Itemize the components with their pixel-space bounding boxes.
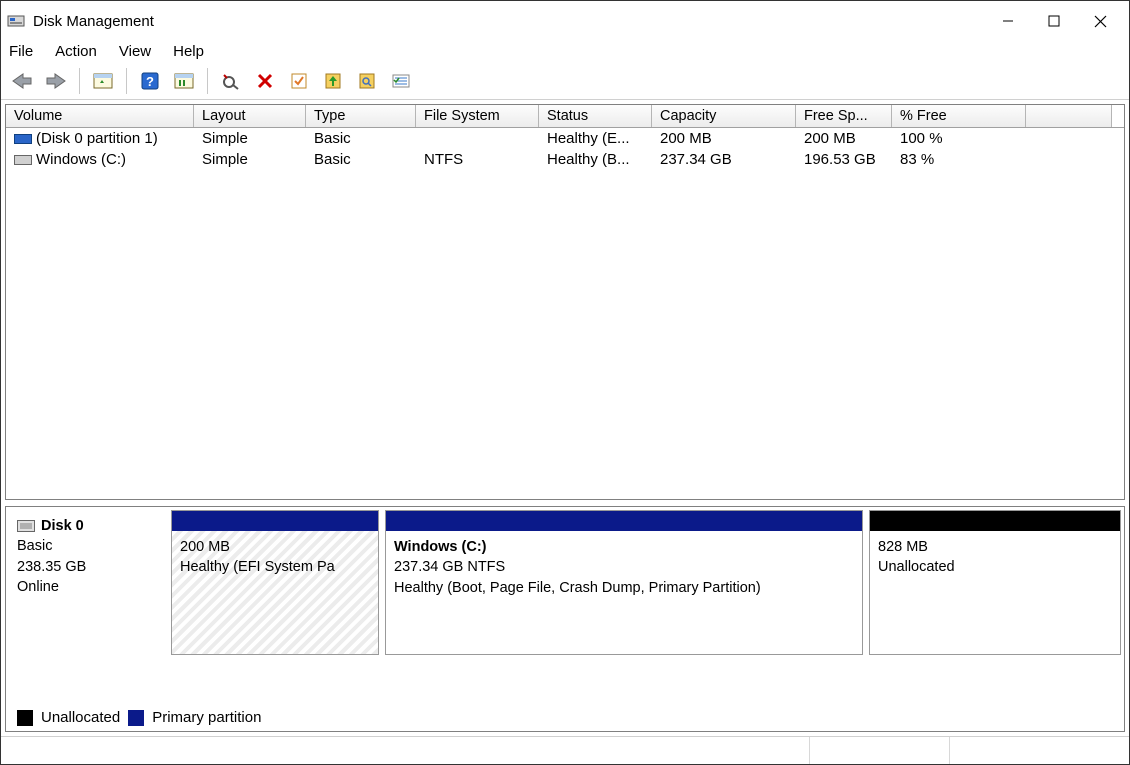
menu-view[interactable]: View (119, 43, 151, 60)
legend-swatch (128, 710, 144, 726)
cell: Simple (194, 129, 306, 148)
delete-button[interactable] (250, 67, 280, 95)
cell (1026, 129, 1112, 148)
legend-label: Primary partition (152, 709, 261, 726)
close-button[interactable] (1077, 4, 1123, 38)
menu-file[interactable]: File (9, 43, 33, 60)
toolbar-separator (79, 68, 80, 94)
column-header[interactable] (1026, 105, 1112, 127)
legend-label: Unallocated (41, 709, 120, 726)
content: VolumeLayoutTypeFile SystemStatusCapacit… (5, 104, 1125, 732)
cell (416, 129, 539, 148)
volume-row[interactable]: Windows (C:)SimpleBasicNTFSHealthy (B...… (6, 149, 1124, 170)
disk-management-icon (7, 12, 25, 30)
legend: Unallocated Primary partition (9, 703, 1121, 728)
cell: 200 MB (796, 129, 892, 148)
cell: 100 % (892, 129, 1026, 148)
cell: (Disk 0 partition 1) (6, 129, 194, 148)
toolbar-separator (126, 68, 127, 94)
disk-state: Online (17, 577, 157, 597)
column-header[interactable]: Volume (6, 105, 194, 127)
column-headers: VolumeLayoutTypeFile SystemStatusCapacit… (6, 105, 1124, 128)
cell: 83 % (892, 150, 1026, 169)
disk-management-window: Disk Management File Action View Help ? (0, 0, 1130, 765)
disk-icon (17, 520, 35, 532)
menu-help[interactable]: Help (173, 43, 204, 60)
cell: 196.53 GB (796, 150, 892, 169)
column-header[interactable]: File System (416, 105, 539, 127)
cell: Windows (C:) (6, 150, 194, 169)
partition[interactable]: 200 MBHealthy (EFI System Pa (171, 510, 379, 655)
window-title: Disk Management (33, 13, 985, 30)
cell (1026, 150, 1112, 169)
statusbar (1, 736, 1129, 764)
cell: Healthy (B... (539, 150, 652, 169)
column-header[interactable]: Capacity (652, 105, 796, 127)
partition-header (386, 511, 862, 531)
cell: Basic (306, 150, 416, 169)
column-header[interactable]: Free Sp... (796, 105, 892, 127)
cell: Healthy (E... (539, 129, 652, 148)
settings-button[interactable] (169, 67, 199, 95)
cell: 237.34 GB (652, 150, 796, 169)
forward-button[interactable] (41, 67, 71, 95)
partition-body: Windows (C:)237.34 GB NTFSHealthy (Boot,… (386, 531, 862, 654)
show-hide-tree-button[interactable] (88, 67, 118, 95)
partition-header (172, 511, 378, 531)
cell: NTFS (416, 150, 539, 169)
toolbar: ? (1, 62, 1129, 100)
volume-rows: (Disk 0 partition 1)SimpleBasic Healthy (… (6, 128, 1124, 170)
disk-name: Disk 0 (41, 518, 84, 534)
disk-partitions: 200 MBHealthy (EFI System PaWindows (C:)… (171, 510, 1121, 703)
partition-body: 200 MBHealthy (EFI System Pa (172, 531, 378, 654)
help-button[interactable]: ? (135, 67, 165, 95)
disk-graphical-view: Disk 0 Basic 238.35 GB Online 200 MBHeal… (5, 506, 1125, 732)
cell: 200 MB (652, 129, 796, 148)
disk-size: 238.35 GB (17, 557, 157, 577)
column-header[interactable]: Status (539, 105, 652, 127)
volume-row[interactable]: (Disk 0 partition 1)SimpleBasic Healthy (… (6, 128, 1124, 149)
menubar: File Action View Help (1, 41, 1129, 62)
legend-swatch (17, 710, 33, 726)
back-button[interactable] (7, 67, 37, 95)
partition[interactable]: 828 MBUnallocated (869, 510, 1121, 655)
titlebar: Disk Management (1, 1, 1129, 41)
cell: Simple (194, 150, 306, 169)
column-header[interactable]: Layout (194, 105, 306, 127)
disk-label[interactable]: Disk 0 Basic 238.35 GB Online (9, 510, 165, 703)
toolbar-separator (207, 68, 208, 94)
column-header[interactable]: Type (306, 105, 416, 127)
cell: Basic (306, 129, 416, 148)
explore-button[interactable] (352, 67, 382, 95)
list-button[interactable] (386, 67, 416, 95)
minimize-button[interactable] (985, 4, 1031, 38)
window-controls (985, 4, 1123, 38)
disk-row[interactable]: Disk 0 Basic 238.35 GB Online 200 MBHeal… (9, 510, 1121, 703)
disk-type: Basic (17, 536, 157, 556)
upload-button[interactable] (318, 67, 348, 95)
svg-text:?: ? (146, 74, 154, 89)
partition[interactable]: Windows (C:)237.34 GB NTFSHealthy (Boot,… (385, 510, 863, 655)
refresh-button[interactable] (216, 67, 246, 95)
partition-header (870, 511, 1120, 531)
menu-action[interactable]: Action (55, 43, 97, 60)
column-header[interactable]: % Free (892, 105, 1026, 127)
volume-list[interactable]: VolumeLayoutTypeFile SystemStatusCapacit… (5, 104, 1125, 500)
maximize-button[interactable] (1031, 4, 1077, 38)
properties-button[interactable] (284, 67, 314, 95)
partition-body: 828 MBUnallocated (870, 531, 1120, 654)
